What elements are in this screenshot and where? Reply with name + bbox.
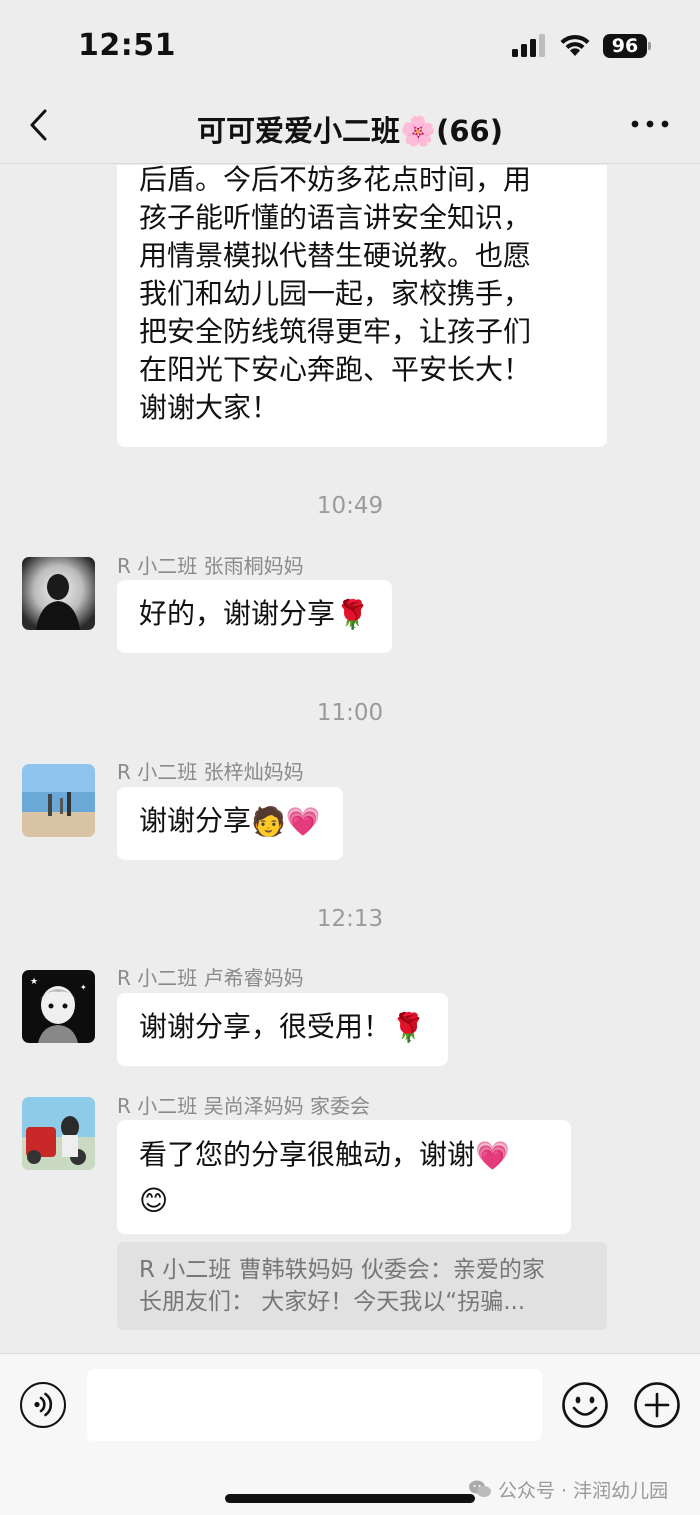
watermark-text: 公众号 · 沣润幼儿园 (498, 1480, 669, 1502)
avatar[interactable] (22, 557, 95, 630)
quote-line: 长朋友们： 大家好！今天我以“拐骗... (139, 1289, 526, 1315)
avatar[interactable] (22, 1097, 95, 1170)
svg-text:★: ★ (30, 977, 38, 987)
avatar[interactable]: ★ ✦ (22, 970, 95, 1043)
avatar[interactable] (22, 764, 95, 837)
rose-emoji-icon: 🌹 (335, 598, 370, 631)
cellular-signal-icon (512, 34, 545, 57)
message-text: 好的，谢谢分享 (139, 597, 336, 630)
message-input[interactable] (87, 1369, 542, 1441)
quoted-message[interactable]: R 小二班 曹韩轶妈妈 伙委会：亲爱的家 长朋友们： 大家好！今天我以“拐骗..… (117, 1242, 607, 1330)
rose-emoji-icon: 🌹 (391, 1011, 426, 1044)
person-heart-emoji-icon: 🧑💗 (251, 805, 321, 838)
chat-title: 可可爱爱小二班🌸(66) (197, 114, 503, 148)
message-line: 在阳光下安心奔跑、平安长大！ (139, 353, 532, 386)
svg-text:✦: ✦ (80, 983, 87, 992)
battery-icon: 96 (603, 34, 651, 58)
voice-icon (34, 1392, 53, 1417)
wifi-icon (560, 34, 590, 56)
timestamp: 12:13 (316, 906, 384, 932)
more-dots-icon[interactable] (630, 118, 670, 130)
message-text: 谢谢分享 (139, 804, 252, 837)
sender-name: R 小二班 卢希睿妈妈 (117, 966, 304, 990)
message-text: 看了您的分享很触动，谢谢 (139, 1138, 476, 1171)
sender-name: R 小二班 张雨桐妈妈 (117, 554, 304, 578)
message-line: 把安全防线筑得更牢，让孩子们 (139, 315, 532, 348)
quote-line: R 小二班 曹韩轶妈妈 伙委会：亲爱的家 (139, 1257, 545, 1283)
status-time: 12:51 (78, 28, 176, 63)
status-bar: 12:51 96 (0, 0, 700, 92)
battery-level: 96 (603, 34, 647, 58)
message-text: 谢谢分享，很受用！ (139, 1010, 392, 1043)
message-bubble[interactable]: 后盾。今后不妨多花点时间，用 孩子能听懂的语言讲安全知识， 用情景模拟代替生硬说… (117, 165, 607, 447)
message-line: 谢谢大家！ (139, 391, 280, 424)
message-bubble[interactable]: 看了您的分享很触动，谢谢💗 😊 (117, 1120, 571, 1234)
message-list[interactable]: 后盾。今后不妨多花点时间，用 孩子能听懂的语言讲安全知识， 用情景模拟代替生硬说… (0, 165, 700, 1353)
plus-circle-icon[interactable] (633, 1381, 681, 1429)
timestamp: 10:49 (316, 493, 384, 519)
message-bubble[interactable]: 谢谢分享🧑💗 (117, 787, 343, 860)
sender-name: R 小二班 张梓灿妈妈 (117, 760, 304, 784)
voice-button[interactable] (20, 1382, 66, 1428)
heart-emoji-icon: 💗 (475, 1139, 510, 1172)
sender-name: R 小二班 吴尚泽妈妈 家委会 (117, 1094, 370, 1118)
message-bubble[interactable]: 谢谢分享，很受用！🌹 (117, 993, 448, 1066)
timestamp: 11:00 (316, 700, 384, 726)
home-indicator[interactable] (225, 1494, 475, 1503)
smiley-icon[interactable] (561, 1381, 609, 1429)
chat-header: 可可爱爱小二班🌸(66) (0, 92, 700, 164)
message-line: 后盾。今后不妨多花点时间，用 (139, 165, 532, 196)
message-line: 用情景模拟代替生硬说教。也愿 (139, 239, 532, 272)
input-bar: 公众号 · 沣润幼儿园 (0, 1353, 700, 1515)
message-bubble[interactable]: 好的，谢谢分享🌹 (117, 580, 392, 653)
message-line: 我们和幼儿园一起，家校携手， (139, 277, 532, 310)
message-line: 孩子能听懂的语言讲安全知识， (139, 201, 532, 234)
smile-emoji-icon: 😊 (139, 1184, 169, 1217)
